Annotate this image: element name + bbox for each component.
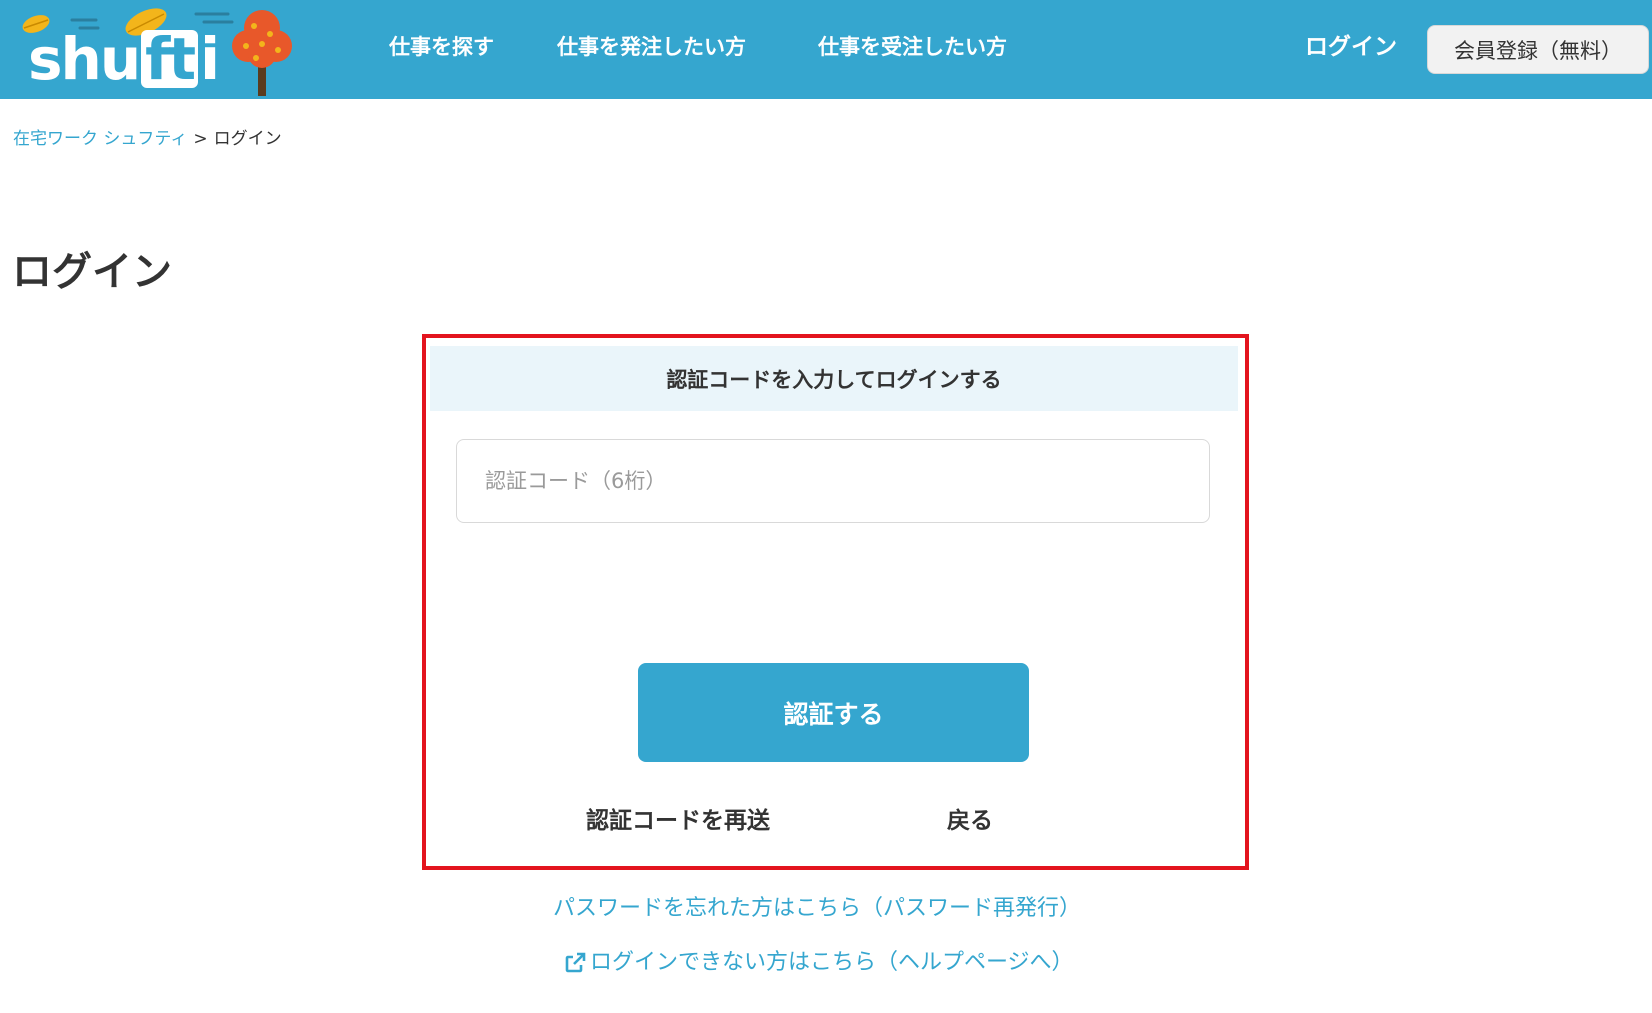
forgot-password-link[interactable]: パスワードを忘れた方はこちら（パスワード再発行）: [553, 893, 1081, 925]
nav-for-clients[interactable]: 仕事を発注したい方: [557, 30, 746, 64]
breadcrumb-separator: >: [193, 129, 208, 149]
autumn-tree-icon: [232, 10, 292, 96]
header-login-link[interactable]: ログイン: [1305, 30, 1397, 64]
verification-card: 認証コードを入力してログインする 認証する 認証コードを再送 戻る: [422, 334, 1249, 870]
card-heading: 認証コードを入力してログインする: [430, 346, 1238, 411]
breadcrumb-current: ログイン: [213, 129, 282, 149]
nav-for-workers[interactable]: 仕事を受注したい方: [818, 30, 1007, 64]
page-title: ログイン: [12, 249, 172, 295]
shufti-logo[interactable]: shu ft i: [18, 4, 318, 96]
nav-find-jobs[interactable]: 仕事を探す: [389, 30, 494, 64]
verify-button[interactable]: 認証する: [638, 663, 1029, 762]
logo-wordmark: shu ft i: [28, 25, 220, 93]
external-link-icon: [565, 952, 586, 973]
verification-code-input[interactable]: [456, 439, 1210, 523]
help-page-link-label: ログインできない方はこちら（ヘルプページへ）: [590, 950, 1074, 975]
register-button[interactable]: 会員登録（無料）: [1427, 25, 1649, 74]
resend-code-link[interactable]: 認証コードを再送: [586, 805, 770, 837]
help-page-link[interactable]: ログインできない方はこちら（ヘルプページへ）: [563, 947, 1074, 979]
site-header: shu ft i 仕事を探す 仕事を発注したい方 仕事を受注したい方 ログイン 会員…: [0, 0, 1652, 99]
breadcrumb: 在宅ワーク シュフティ > ログイン: [13, 126, 282, 152]
back-link[interactable]: 戻る: [947, 805, 993, 837]
breadcrumb-home-link[interactable]: 在宅ワーク シュフティ: [13, 129, 187, 149]
